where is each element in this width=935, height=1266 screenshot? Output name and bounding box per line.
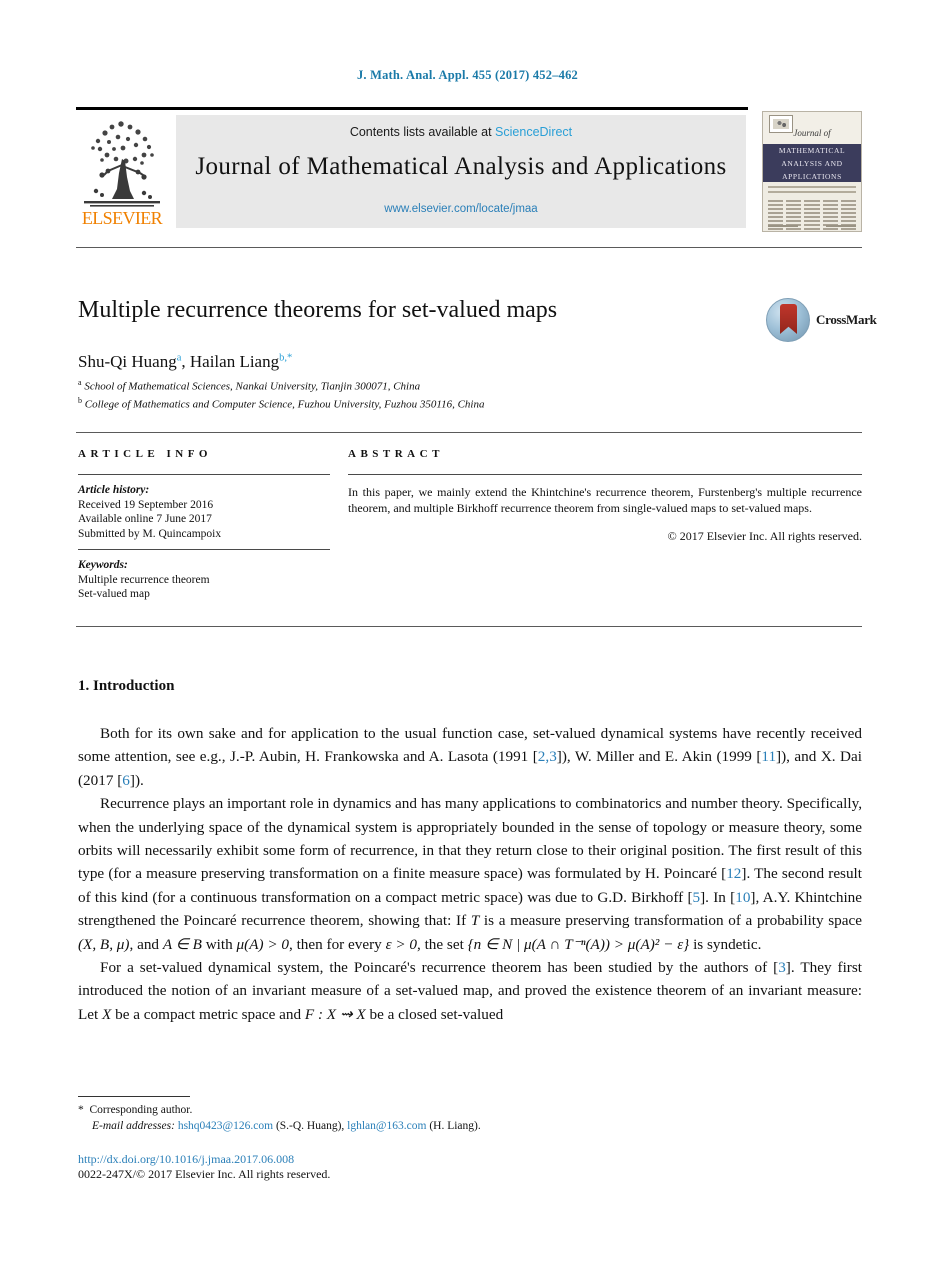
keywords-block: Keywords: Multiple recurrence theorem Se… <box>78 550 330 610</box>
journal-masthead: ELSEVIER Contents lists available at Sci… <box>76 107 862 232</box>
corresponding-author-mark: * <box>78 1104 84 1116</box>
cover-journal-of-label: Journal of <box>793 128 831 138</box>
rule-under-authors <box>76 432 862 433</box>
email-link-2[interactable]: lghlan@163.com <box>347 1120 426 1132</box>
affiliation-text: College of Mathematics and Computer Scie… <box>84 398 485 411</box>
keywords-label: Keywords: <box>78 559 128 571</box>
keyword-item: Set-valued map <box>78 588 150 600</box>
citation-link[interactable]: 5 <box>693 889 701 906</box>
email-addresses-label: E-mail addresses: <box>92 1119 175 1132</box>
article-info-column: ARTICLE INFO Article history: Received 1… <box>78 448 330 610</box>
author-name-2: Hailan Liang <box>189 352 280 371</box>
contents-prefix: Contents lists available at <box>349 125 496 139</box>
article-info-heading: ARTICLE INFO <box>78 448 212 460</box>
body-paragraph: Both for its own sake and for applicatio… <box>78 725 862 789</box>
affiliation-list: a School of Mathematical Sciences, Nanka… <box>78 376 778 412</box>
affiliation-text: School of Mathematical Sciences, Nankai … <box>84 380 421 393</box>
inline-math: T <box>470 912 480 930</box>
author-mark-2: b,* <box>279 352 293 364</box>
email-link-1[interactable]: hshq0423@126.com <box>178 1120 273 1132</box>
crossmark-label: CrossMark <box>816 312 877 327</box>
rule-under-abstract <box>76 626 862 627</box>
contents-available-line: Contents lists available at ScienceDirec… <box>176 125 746 139</box>
corresponding-author-note: * Corresponding author. <box>78 1103 778 1119</box>
masthead-top-rule <box>76 107 748 110</box>
journal-band: Contents lists available at ScienceDirec… <box>176 115 746 228</box>
email-addresses-line: E-mail addresses: hshq0423@126.com (S.-Q… <box>92 1119 481 1132</box>
citation-link[interactable]: 10 <box>735 889 750 906</box>
footnote-rule <box>78 1096 190 1097</box>
inline-math: ε > 0 <box>385 935 417 953</box>
cover-top: Journal of <box>763 112 861 146</box>
inline-math: μ(A) > 0 <box>236 935 289 953</box>
citation-link[interactable]: 11 <box>761 748 776 765</box>
page-footer: http://dx.doi.org/10.1016/j.jmaa.2017.06… <box>78 1152 778 1182</box>
journal-title: Journal of Mathematical Analysis and App… <box>195 153 727 180</box>
cover-footer-marks <box>768 225 856 227</box>
affiliation-mark: b <box>78 396 82 406</box>
section-heading-introduction: 1. Introduction <box>78 678 175 694</box>
article-history-item: Available online 7 June 2017 <box>78 513 212 525</box>
abstract-copyright: © 2017 Elsevier Inc. All rights reserved… <box>667 529 862 543</box>
issn-copyright-line: 0022-247X/© 2017 Elsevier Inc. All right… <box>78 1167 331 1181</box>
cover-editor-grid <box>768 200 857 231</box>
affiliation-mark: a <box>78 378 82 387</box>
citation-link[interactable]: 2,3 <box>538 748 557 765</box>
crossmark-icon <box>766 298 810 342</box>
sciencedirect-link[interactable]: ScienceDirect <box>495 125 572 139</box>
corresponding-author-text: Corresponding author. <box>89 1104 193 1116</box>
article-title: Multiple recurrence theorems for set-val… <box>78 297 558 323</box>
body-paragraph: For a set-valued dynamical system, the P… <box>78 959 862 1023</box>
body-text: Both for its own sake and for applicatio… <box>78 722 862 1026</box>
journal-cover-thumbnail: Journal of MATHEMATICAL ANALYSIS AND APP… <box>762 111 862 232</box>
cover-title-line-2: ANALYSIS AND <box>781 159 843 168</box>
citation-link[interactable]: 6 <box>122 772 130 789</box>
inline-math: {n ∈ N | μ(A ∩ T⁻ⁿ(A)) > μ(A)² − ε} <box>467 935 690 953</box>
elsevier-logo: ELSEVIER <box>78 115 166 231</box>
abstract-column: ABSTRACT In this paper, we mainly extend… <box>348 448 862 544</box>
elsevier-tree-icon <box>84 121 160 207</box>
abstract-heading: ABSTRACT <box>348 448 444 460</box>
article-history-item: Received 19 September 2016 <box>78 498 214 511</box>
cover-title-band: MATHEMATICAL ANALYSIS AND APPLICATIONS <box>763 144 861 182</box>
affiliation-item: a School of Mathematical Sciences, Nanka… <box>78 376 778 394</box>
abstract-text: In this paper, we mainly extend the Khin… <box>348 485 862 515</box>
cover-title-line-1: MATHEMATICAL <box>778 146 846 155</box>
body-paragraph: Recurrence plays an important role in dy… <box>78 795 862 953</box>
inline-math: X <box>102 1005 112 1023</box>
elsevier-wordmark: ELSEVIER <box>81 208 163 228</box>
journal-url-link[interactable]: www.elsevier.com/locate/jmaa <box>176 203 746 215</box>
article-history-block: Article history: Received 19 September 2… <box>78 475 330 549</box>
inline-math: (X, B, μ) <box>78 935 130 953</box>
inline-math: F : X ⇝ X <box>304 1005 366 1023</box>
paper-page: J. Math. Anal. Appl. 455 (2017) 452–462 <box>0 0 935 1266</box>
article-history-label: Article history: <box>78 484 150 496</box>
inline-math: A ∈ B <box>162 935 202 953</box>
affiliation-item: b College of Mathematics and Computer Sc… <box>78 394 778 412</box>
keyword-item: Multiple recurrence theorem <box>78 573 210 586</box>
citation-link[interactable]: 3 <box>778 959 786 976</box>
author-mark-1: a <box>176 352 182 364</box>
email-owner-2: (H. Liang) <box>429 1119 478 1132</box>
cover-title-line-3: APPLICATIONS <box>782 172 842 181</box>
author-list: Shu-Qi Huanga, Hailan Liangb,* <box>78 352 293 371</box>
running-head: J. Math. Anal. Appl. 455 (2017) 452–462 <box>356 68 578 82</box>
rule-under-masthead <box>76 247 862 248</box>
citation-link[interactable]: 12 <box>726 865 741 882</box>
article-history-item: Submitted by M. Quincampoix <box>78 527 222 540</box>
footnote-block: * Corresponding author. E-mail addresses… <box>78 1103 778 1134</box>
email-owner-1: (S.-Q. Huang) <box>275 1119 342 1132</box>
author-name-1: Shu-Qi Huang <box>78 352 177 371</box>
crossmark-badge[interactable]: CrossMark <box>766 298 877 344</box>
doi-link[interactable]: http://dx.doi.org/10.1016/j.jmaa.2017.06… <box>78 1152 778 1167</box>
